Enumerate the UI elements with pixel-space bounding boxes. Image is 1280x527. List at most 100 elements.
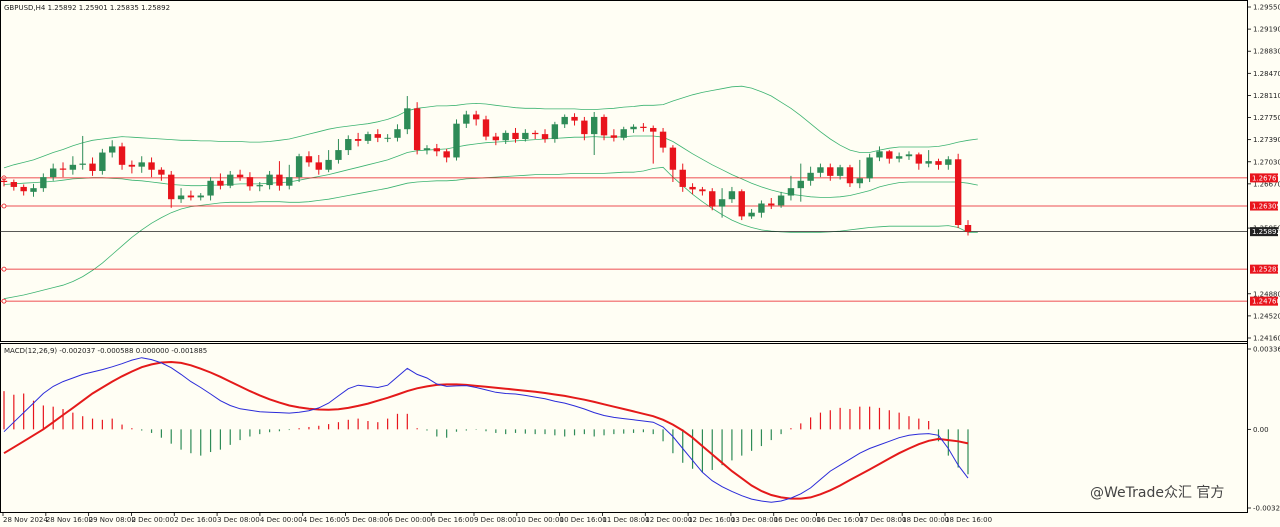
candle-body[interactable] — [738, 191, 745, 217]
candle-body[interactable] — [679, 169, 686, 187]
candle-body[interactable] — [925, 161, 932, 164]
candle-body[interactable] — [541, 134, 549, 140]
candle-body[interactable] — [492, 136, 500, 141]
candle-body[interactable] — [581, 120, 588, 135]
candle-body[interactable] — [964, 225, 972, 232]
candle-body[interactable] — [197, 195, 204, 198]
candle-body[interactable] — [954, 159, 962, 226]
candle-body[interactable] — [49, 168, 57, 178]
candle-body[interactable] — [689, 186, 696, 190]
candle-body[interactable] — [472, 114, 480, 120]
candle-body[interactable] — [109, 146, 116, 153]
candle-body[interactable] — [413, 108, 421, 151]
candle-body[interactable] — [59, 168, 67, 170]
candle-body[interactable] — [227, 174, 234, 186]
candle-body[interactable] — [236, 174, 244, 178]
candle-body[interactable] — [0, 180, 8, 183]
candle-body[interactable] — [876, 151, 883, 158]
candle-body[interactable] — [807, 172, 814, 181]
candle-body[interactable] — [748, 212, 755, 217]
candle-body[interactable] — [394, 129, 401, 138]
candle-body[interactable] — [158, 169, 165, 175]
candle-body[interactable] — [295, 156, 303, 178]
candle-body[interactable] — [246, 177, 254, 187]
candle-body[interactable] — [325, 159, 332, 170]
candle-body[interactable] — [10, 182, 18, 187]
candle-body[interactable] — [935, 161, 942, 165]
candle-body[interactable] — [659, 131, 667, 148]
candle-body[interactable] — [266, 174, 273, 186]
level-handle-4[interactable] — [1, 298, 7, 304]
candle-body[interactable] — [709, 191, 716, 207]
candle-body[interactable] — [620, 129, 627, 138]
candle-body[interactable] — [463, 114, 470, 124]
candle-body[interactable] — [187, 195, 195, 198]
candle-body[interactable] — [571, 116, 578, 121]
candle-body[interactable] — [945, 159, 952, 165]
candle-body[interactable] — [207, 180, 214, 196]
candle-body[interactable] — [886, 151, 893, 159]
candle-body[interactable] — [561, 116, 568, 125]
candle-body[interactable] — [728, 191, 736, 200]
candle-body[interactable] — [305, 156, 313, 163]
candle-body[interactable] — [276, 174, 283, 186]
candle-body[interactable] — [177, 195, 185, 200]
candle-body[interactable] — [630, 126, 637, 130]
candle-body[interactable] — [99, 152, 106, 171]
candle-body[interactable] — [846, 167, 854, 184]
candle-body[interactable] — [915, 154, 923, 164]
candle-body[interactable] — [777, 195, 785, 206]
candle-body[interactable] — [758, 203, 765, 213]
candle-body[interactable] — [817, 167, 824, 173]
candle-body[interactable] — [69, 164, 77, 170]
candle-body[interactable] — [433, 148, 441, 152]
candle-body[interactable] — [217, 180, 224, 186]
candle-body[interactable] — [148, 162, 155, 170]
candle-body[interactable] — [531, 132, 539, 135]
candle-body[interactable] — [315, 162, 322, 170]
candle-body[interactable] — [856, 178, 863, 184]
candle-body[interactable] — [128, 164, 136, 167]
level-handle-1[interactable] — [1, 203, 7, 209]
candle-body[interactable] — [423, 148, 431, 151]
candle-body[interactable] — [699, 189, 706, 192]
candle-body[interactable] — [30, 188, 37, 192]
trading-chart[interactable]: 1.29550 1.29190 1.28830 1.28470 1.28110 1.277… — [0, 0, 1280, 527]
candle-body[interactable] — [20, 186, 27, 192]
candle-body[interactable] — [364, 134, 372, 141]
candle-body[interactable] — [591, 116, 598, 135]
candle-body[interactable] — [502, 132, 509, 141]
candle-body[interactable] — [40, 177, 47, 189]
candle-body[interactable] — [895, 156, 903, 159]
candle-body[interactable] — [168, 174, 175, 200]
candle-body[interactable] — [443, 151, 450, 158]
candle-body[interactable] — [866, 157, 873, 179]
candle-body[interactable] — [797, 180, 804, 189]
candle-body[interactable] — [768, 203, 775, 206]
candle-body[interactable] — [79, 163, 86, 165]
candle-body[interactable] — [827, 167, 834, 176]
candle-body[interactable] — [610, 135, 618, 138]
candle-body[interactable] — [522, 132, 529, 140]
candle-body[interactable] — [669, 147, 677, 170]
candle-body[interactable] — [836, 167, 844, 176]
candle-body[interactable] — [718, 199, 726, 207]
candle-body[interactable] — [512, 132, 519, 140]
candle-body[interactable] — [453, 123, 460, 158]
candle-body[interactable] — [551, 124, 559, 140]
candle-body[interactable] — [118, 146, 126, 165]
candle-body[interactable] — [286, 177, 293, 186]
candle-body[interactable] — [905, 154, 913, 157]
candle-body[interactable] — [650, 127, 657, 132]
candle-body[interactable] — [138, 162, 145, 167]
candle-body[interactable] — [256, 185, 263, 187]
candle-body[interactable] — [89, 163, 96, 171]
candle-body[interactable] — [374, 134, 381, 138]
candle-body[interactable] — [640, 126, 647, 128]
candle-body[interactable] — [482, 119, 490, 137]
candle-body[interactable] — [354, 139, 362, 141]
candle-body[interactable] — [335, 150, 342, 160]
candle-body[interactable] — [404, 108, 411, 130]
candle-body[interactable] — [384, 137, 391, 139]
candle-body[interactable] — [600, 116, 608, 136]
